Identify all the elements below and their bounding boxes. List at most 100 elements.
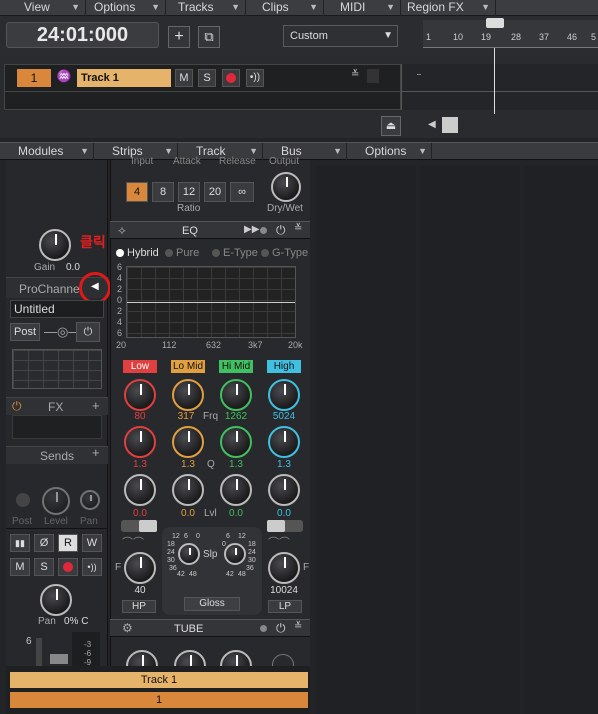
drywet-label: Dry/Wet	[267, 203, 303, 214]
hp-freq-knob[interactable]	[124, 552, 156, 584]
ruler-tick: 1	[426, 32, 432, 42]
ratio-20-button[interactable]: 20	[204, 182, 226, 202]
mode-radio-hybrid[interactable]	[116, 249, 124, 257]
menu-view[interactable]: View ▼	[0, 0, 86, 16]
add-clip-button[interactable]: ⧉	[198, 26, 220, 48]
low-freq-knob[interactable]	[124, 379, 156, 411]
strip-record-button[interactable]	[58, 558, 78, 576]
phase-button[interactable]: Ø	[34, 534, 54, 552]
record-arm-button[interactable]	[222, 69, 240, 87]
eq-thumbnail[interactable]	[12, 349, 102, 389]
volume-fader[interactable]	[50, 654, 68, 664]
high-shelf-toggle[interactable]	[267, 520, 303, 532]
menu-clips[interactable]: Clips ▼	[246, 0, 324, 16]
divider	[6, 528, 108, 529]
tube-menu-icon[interactable]: ≚	[294, 621, 302, 632]
send-level-knob[interactable]	[42, 487, 70, 515]
high-q-knob[interactable]	[268, 426, 300, 458]
high-lvl-knob[interactable]	[268, 474, 300, 506]
lp-freq-knob[interactable]	[268, 552, 300, 584]
power-button[interactable]: ⏻	[76, 322, 100, 342]
fx-bin[interactable]	[12, 415, 102, 439]
add-track-button[interactable]: +	[168, 26, 190, 48]
eq-menu-icon[interactable]: ≚	[294, 223, 302, 234]
eq-expand-icon[interactable]: ▶▶	[244, 224, 259, 235]
solo-button[interactable]: S	[198, 69, 216, 87]
send-pan-knob[interactable]	[80, 490, 100, 510]
waveform-button[interactable]: ▮▮	[10, 534, 30, 552]
lomid-q-knob[interactable]	[172, 426, 204, 458]
tube-power-icon[interactable]: ⏻	[276, 621, 286, 636]
post-button[interactable]: Post	[10, 323, 40, 341]
track-number: 1	[17, 69, 51, 87]
band-high-label: High	[267, 360, 301, 373]
himid-lvl-knob[interactable]	[220, 474, 252, 506]
hp-slope-knob[interactable]	[178, 543, 200, 565]
track-menu-icon[interactable]: ≚	[351, 69, 359, 80]
add-send-icon[interactable]: +	[92, 445, 100, 460]
himid-freq-value: 1262	[224, 411, 248, 422]
preset-field[interactable]: Untitled	[10, 300, 104, 318]
pan-knob[interactable]	[40, 584, 72, 616]
lp-button[interactable]: LP	[268, 600, 302, 613]
mode-radio-etype[interactable]	[212, 249, 220, 257]
ratio-12-button[interactable]: 12	[178, 182, 200, 202]
lp-slope-knob[interactable]	[224, 543, 246, 565]
ratio-4-button[interactable]: 4	[126, 182, 148, 202]
lomid-lvl-knob[interactable]	[172, 474, 204, 506]
read-automation-button[interactable]: R	[58, 534, 78, 552]
clips-pane[interactable]	[401, 64, 598, 110]
menu-tracks[interactable]: Tracks ▼	[166, 0, 246, 16]
snap-dropdown[interactable]: Custom ▼	[283, 25, 398, 47]
tube-module-header[interactable]: ⚙ TUBE ⏻ ≚	[110, 619, 310, 637]
chevron-down-icon: ▼	[164, 146, 173, 156]
time-display[interactable]: 24:01:000	[6, 22, 159, 48]
mode-radio-gtype[interactable]	[261, 249, 269, 257]
gloss-button[interactable]: Gloss	[184, 597, 240, 611]
eq-bypass-icon[interactable]: ⟡	[118, 223, 126, 238]
eq-power-icon[interactable]: ⏻	[276, 223, 286, 238]
scroll-left-icon[interactable]: ◀	[428, 119, 436, 130]
input-echo-button[interactable]: •))	[246, 69, 264, 87]
hp-button[interactable]: HP	[122, 600, 156, 613]
himid-freq-knob[interactable]	[220, 379, 252, 411]
add-fx-icon[interactable]: +	[92, 398, 100, 413]
menu-options[interactable]: Options ▼	[86, 0, 166, 16]
minimize-button[interactable]: ⏏	[381, 116, 401, 136]
low-q-knob[interactable]	[124, 426, 156, 458]
sends-header: Sends +	[6, 445, 108, 464]
menu-modules[interactable]: Modules ▼	[0, 143, 94, 160]
track-name[interactable]: Track 1	[77, 69, 171, 87]
low-lvl-knob[interactable]	[124, 474, 156, 506]
eq-module-header[interactable]: ⟡ EQ ▶▶ ⏻ ≚	[110, 221, 310, 239]
menu-console-options[interactable]: Options ▼	[347, 143, 432, 160]
mute-button[interactable]: M	[175, 69, 193, 87]
scroll-thumb[interactable]	[442, 117, 458, 133]
strip-mute-button[interactable]: M	[10, 558, 30, 576]
mode-radio-pure[interactable]	[165, 249, 173, 257]
himid-q-knob[interactable]	[220, 426, 252, 458]
strip-solo-button[interactable]: S	[34, 558, 54, 576]
track-header[interactable]: 1 ♒ Track 1 M S •)) ≚	[4, 64, 401, 110]
timeline-ruler[interactable]: 1 10 19 28 37 46 5	[423, 18, 598, 48]
menu-region-fx[interactable]: Region FX ▼	[401, 0, 496, 16]
strip-track-name[interactable]: Track 1	[10, 672, 308, 688]
tube-bypass-icon[interactable]: ⚙	[122, 621, 133, 635]
slope-tick: 36	[246, 565, 254, 572]
write-automation-button[interactable]: W	[82, 534, 102, 552]
chevron-down-icon: ▼	[231, 2, 240, 12]
fx-power-icon[interactable]: ⏻	[12, 399, 22, 414]
strip-input-echo-button[interactable]: •))	[82, 558, 102, 576]
send-enable-icon[interactable]	[16, 493, 30, 507]
gain-knob[interactable]	[39, 229, 71, 261]
playhead-handle[interactable]	[486, 18, 504, 28]
eq-graph[interactable]	[126, 266, 296, 338]
strip-track-number[interactable]: 1	[10, 692, 308, 708]
ratio-inf-button[interactable]: ∞	[230, 182, 254, 202]
menu-midi[interactable]: MIDI ▼	[324, 0, 401, 16]
low-shelf-toggle[interactable]	[121, 520, 157, 532]
high-freq-knob[interactable]	[268, 379, 300, 411]
drywet-knob[interactable]	[271, 172, 301, 202]
ratio-8-button[interactable]: 8	[152, 182, 174, 202]
lomid-freq-knob[interactable]	[172, 379, 204, 411]
